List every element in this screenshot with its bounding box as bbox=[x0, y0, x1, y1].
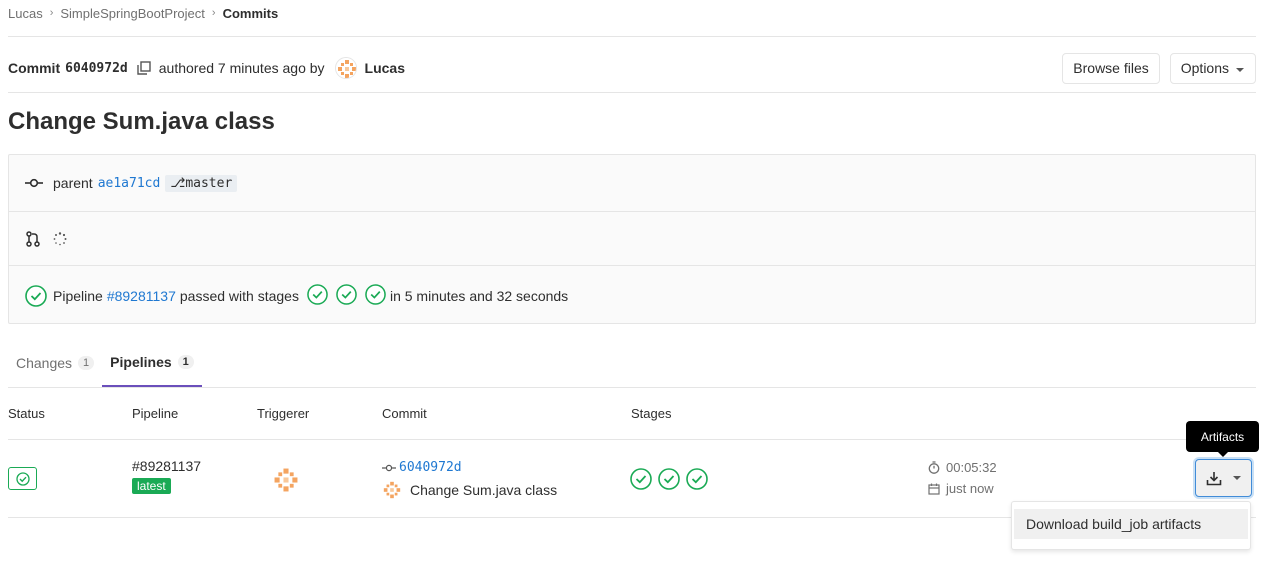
parent-row: parent ae1a71cd ⎇master bbox=[9, 155, 1255, 212]
artifacts-dropdown-menu: Download build_job artifacts bbox=[1011, 501, 1251, 550]
branch-icon: ⎇ bbox=[170, 175, 186, 191]
row-commit-title: Change Sum.java class bbox=[382, 480, 557, 500]
merge-request-row bbox=[9, 212, 1255, 266]
download-artifacts-item[interactable]: Download build_job artifacts bbox=[1014, 509, 1248, 539]
tab-label: Changes bbox=[16, 354, 73, 371]
tab-label: Pipelines bbox=[110, 353, 172, 370]
parent-sha-link[interactable]: ae1a71cd bbox=[98, 176, 161, 191]
artifacts-tooltip: Artifacts bbox=[1186, 421, 1259, 457]
caret-down-icon bbox=[1232, 475, 1242, 481]
timer-icon bbox=[928, 461, 940, 474]
avatar[interactable] bbox=[382, 480, 402, 500]
pipeline-status-text: passed with stages bbox=[179, 287, 299, 304]
pipeline-duration-text: in 5 minutes and 32 seconds bbox=[389, 287, 569, 304]
check-circle-icon[interactable] bbox=[630, 468, 652, 493]
commit-icon bbox=[25, 178, 43, 188]
calendar-icon bbox=[928, 483, 940, 495]
duration: 00:05:32 bbox=[928, 460, 997, 475]
download-icon bbox=[1206, 471, 1222, 486]
chevron-right-icon: › bbox=[211, 7, 216, 19]
check-circle-icon[interactable] bbox=[25, 284, 47, 307]
merge-request-icon bbox=[25, 230, 41, 247]
loading-spinner-icon bbox=[53, 231, 67, 246]
pipeline-prefix: Pipeline bbox=[53, 287, 103, 304]
check-circle-icon[interactable] bbox=[658, 468, 680, 493]
row-stages bbox=[630, 468, 708, 493]
header-stages: Stages bbox=[631, 406, 672, 421]
breadcrumb-item-project[interactable]: SimpleSpringBootProject bbox=[60, 6, 205, 21]
options-label: Options bbox=[1180, 60, 1229, 76]
check-circle-icon bbox=[15, 471, 30, 486]
tab-pipelines[interactable]: Pipelines 1 bbox=[102, 338, 202, 387]
breadcrumb-item-current[interactable]: Commits bbox=[223, 6, 279, 21]
options-button[interactable]: Options bbox=[1169, 52, 1256, 84]
finished-text: just now bbox=[946, 481, 994, 496]
commit-tabs: Changes 1 Pipelines 1 bbox=[8, 338, 1256, 388]
page-title: Change Sum.java class bbox=[8, 108, 275, 135]
branch-tag[interactable]: ⎇master bbox=[165, 174, 238, 192]
pipeline-row: Pipeline #89281137 passed with stages in… bbox=[9, 266, 1255, 325]
check-circle-icon[interactable] bbox=[686, 468, 708, 493]
commit-sha-link[interactable]: 6040972d bbox=[399, 460, 462, 475]
stage-icons bbox=[307, 283, 386, 308]
triggerer-avatar[interactable] bbox=[272, 466, 300, 494]
author-link[interactable]: Lucas bbox=[365, 60, 405, 76]
header-pipeline: Pipeline bbox=[132, 406, 179, 421]
browse-files-button[interactable]: Browse files bbox=[1062, 52, 1160, 84]
avatar[interactable] bbox=[334, 57, 357, 79]
row-commit-sha: 6040972d bbox=[382, 460, 462, 475]
chevron-right-icon: › bbox=[49, 7, 54, 19]
pipeline-id-link[interactable]: #89281137 bbox=[132, 458, 201, 474]
tab-changes[interactable]: Changes 1 bbox=[8, 338, 102, 387]
check-circle-icon[interactable] bbox=[336, 283, 357, 308]
check-circle-icon[interactable] bbox=[307, 283, 328, 308]
duration-text: 00:05:32 bbox=[946, 460, 997, 475]
finished-time: just now bbox=[928, 481, 994, 496]
commit-sha: 6040972d bbox=[65, 60, 128, 76]
check-circle-icon[interactable] bbox=[365, 283, 386, 308]
divider bbox=[8, 36, 1256, 37]
header-commit: Commit bbox=[382, 406, 427, 421]
commit-title-link[interactable]: Change Sum.java class bbox=[410, 482, 557, 498]
caret-down-icon bbox=[1235, 60, 1245, 76]
header-status: Status bbox=[8, 406, 45, 421]
tab-count-badge: 1 bbox=[78, 355, 95, 370]
copy-icon[interactable] bbox=[137, 61, 151, 75]
artifacts-dropdown-button[interactable] bbox=[1195, 459, 1252, 497]
breadcrumb-item-user[interactable]: Lucas bbox=[8, 6, 43, 21]
breadcrumb: Lucas › SimpleSpringBootProject › Commit… bbox=[8, 0, 278, 26]
commit-info-block: parent ae1a71cd ⎇master Pipeline #892811… bbox=[8, 154, 1256, 324]
authored-text: authored 7 minutes ago by bbox=[158, 60, 325, 76]
pipeline-link[interactable]: #89281137 bbox=[107, 288, 176, 304]
commit-label: Commit bbox=[8, 60, 61, 76]
commit-icon bbox=[382, 464, 396, 472]
tab-count-badge: 1 bbox=[177, 354, 194, 369]
header-triggerer: Triggerer bbox=[257, 406, 310, 421]
pipelines-table-header: Status Pipeline Triggerer Commit Stages bbox=[8, 388, 1256, 440]
status-badge[interactable] bbox=[8, 467, 37, 490]
divider bbox=[8, 92, 1256, 93]
latest-badge: latest bbox=[132, 478, 171, 494]
branch-name: master bbox=[185, 175, 233, 191]
commit-header: Commit 6040972d authored 7 minutes ago b… bbox=[8, 44, 1256, 92]
parent-label: parent bbox=[53, 175, 93, 191]
